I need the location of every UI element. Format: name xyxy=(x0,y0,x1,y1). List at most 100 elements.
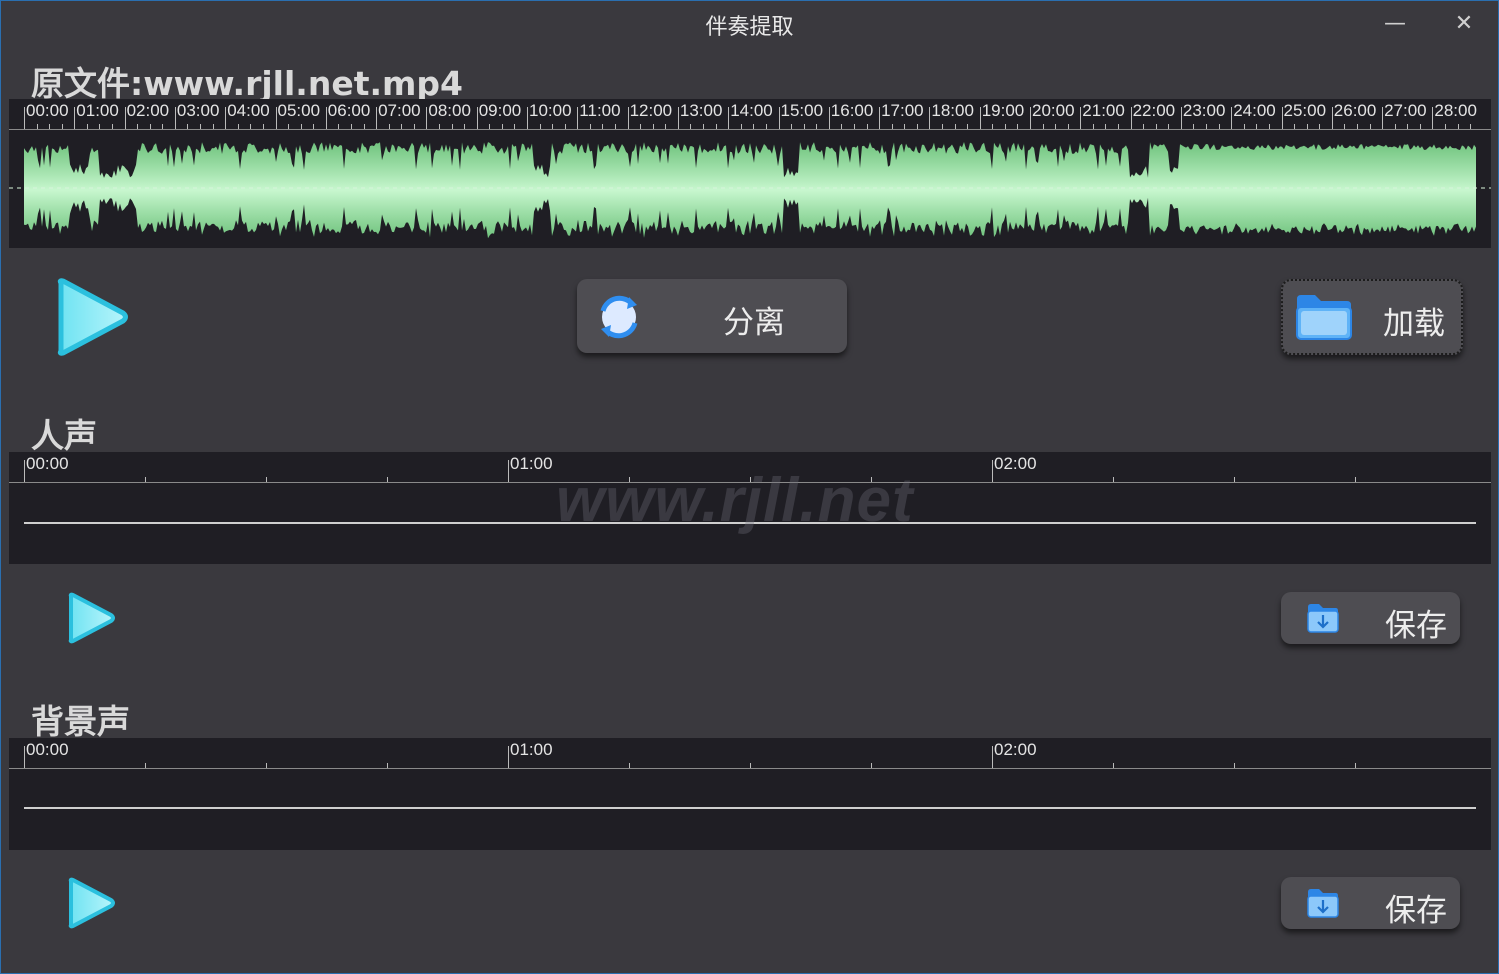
ruler-minor-tick xyxy=(615,124,616,129)
ruler-major-tick xyxy=(577,107,579,129)
load-button-label: 加载 xyxy=(1383,306,1445,342)
background-title: 背景声 xyxy=(31,702,130,741)
ruler-minor-tick xyxy=(1234,477,1235,482)
ruler-minor-tick xyxy=(1244,124,1245,129)
ruler-minor-tick xyxy=(602,124,603,129)
ruler-minor-tick xyxy=(439,124,440,129)
ruler-tick-label: 09:00 xyxy=(478,101,522,120)
ruler-tick-label: 16:00 xyxy=(830,101,874,120)
ruler-minor-tick xyxy=(145,763,146,768)
ruler-major-tick xyxy=(24,746,25,768)
ruler-tick-label: 19:00 xyxy=(981,101,1025,120)
ruler-minor-tick xyxy=(250,124,251,129)
ruler-minor-tick xyxy=(1319,124,1320,129)
ruler-minor-tick xyxy=(1395,124,1396,129)
ruler-minor-tick xyxy=(841,124,842,129)
ruler-minor-tick xyxy=(804,124,805,129)
ruler-minor-tick xyxy=(1357,124,1358,129)
ruler-major-tick xyxy=(677,107,679,129)
ruler-minor-tick xyxy=(1017,124,1018,129)
ruler-minor-tick xyxy=(389,124,390,129)
ruler-minor-tick xyxy=(904,124,905,129)
title-bar: 伴奏提取 — ✕ xyxy=(1,1,1498,47)
ruler-minor-tick xyxy=(112,124,113,129)
ruler-minor-tick xyxy=(753,124,754,129)
ruler-tick-label: 21:00 xyxy=(1082,101,1125,120)
ruler-minor-tick xyxy=(1355,477,1356,482)
ruler-minor-tick xyxy=(1219,124,1220,129)
ruler-minor-tick xyxy=(629,763,630,768)
ruler-tick-label: 25:00 xyxy=(1283,101,1327,120)
ruler-major-tick xyxy=(1432,107,1434,129)
source-play-button[interactable] xyxy=(53,277,131,361)
ruler-minor-tick xyxy=(640,124,641,129)
ruler-major-tick xyxy=(1382,107,1384,129)
ruler-minor-tick xyxy=(502,124,503,129)
ruler-tick-label: 24:00 xyxy=(1233,101,1276,120)
ruler-major-tick xyxy=(74,107,76,129)
background-play-button[interactable] xyxy=(65,877,117,933)
ruler-tick-label: 23:00 xyxy=(1182,101,1226,120)
play-triangle-icon xyxy=(57,278,128,356)
ruler-minor-tick xyxy=(540,124,541,129)
ruler-tick-label: 00:00 xyxy=(26,740,69,759)
ruler-tick-label: 11:00 xyxy=(579,101,621,120)
ruler-major-tick xyxy=(728,107,730,129)
background-waveform-line xyxy=(24,807,1476,809)
ruler-minor-tick xyxy=(552,124,553,129)
app-window: 伴奏提取 — ✕ 原文件:www.rjll.net.mp4 00:00 01:00… xyxy=(0,0,1499,974)
ruler-minor-tick xyxy=(967,124,968,129)
vocal-play-button[interactable] xyxy=(65,592,117,648)
ruler-minor-tick xyxy=(99,124,100,129)
minimize-button[interactable]: — xyxy=(1375,7,1415,41)
ruler-tick-label: 10:00 xyxy=(529,101,572,120)
load-button[interactable]: 加载 xyxy=(1281,279,1463,355)
ruler-major-tick xyxy=(225,107,227,129)
ruler-major-tick xyxy=(1030,107,1031,129)
ruler-minor-tick xyxy=(150,124,151,129)
ruler-minor-tick xyxy=(1143,124,1144,129)
ruler-major-tick xyxy=(1180,107,1182,129)
source-waveform-track[interactable]: 00:00 01:00 02:00 03:00 04:00 05:00 06:00 07:00… xyxy=(9,99,1491,248)
ruler-major-tick xyxy=(828,107,830,129)
ruler-tick-label: 06:00 xyxy=(327,101,371,120)
ruler-major-tick xyxy=(476,107,478,129)
ruler-minor-tick xyxy=(452,124,453,129)
separate-button[interactable]: 分离 xyxy=(577,279,847,353)
ruler-minor-tick xyxy=(816,124,817,129)
background-save-button[interactable]: 保存 xyxy=(1281,877,1460,929)
ruler-tick-label: 26:00 xyxy=(1333,101,1377,120)
ruler-minor-tick xyxy=(1269,124,1270,129)
ruler-minor-tick xyxy=(387,763,388,768)
ruler-minor-tick xyxy=(1458,124,1459,129)
ruler-minor-tick xyxy=(750,763,751,768)
background-waveform-track[interactable]: 00:00 01:00 02:00 xyxy=(9,738,1491,850)
ruler-minor-tick xyxy=(1105,124,1106,129)
vocal-save-button[interactable]: 保存 xyxy=(1281,592,1460,644)
ruler-minor-tick xyxy=(1156,124,1157,129)
ruler-major-tick xyxy=(879,107,881,129)
ruler-minor-tick xyxy=(716,124,717,129)
ruler-minor-tick xyxy=(266,477,267,482)
ruler-major-tick xyxy=(1231,107,1233,129)
ruler-minor-tick xyxy=(766,124,767,129)
ruler-major-tick xyxy=(426,107,428,129)
ruler-tick-label: 20:00 xyxy=(1032,101,1075,120)
ruler-minor-tick xyxy=(665,124,666,129)
ruler-minor-tick xyxy=(1043,124,1044,129)
ruler-minor-tick xyxy=(1420,124,1421,129)
ruler-minor-tick xyxy=(87,124,88,129)
ruler-major-tick xyxy=(325,107,327,129)
ruler-minor-tick xyxy=(1093,124,1094,129)
ruler-major-tick xyxy=(174,107,176,129)
ruler-minor-tick xyxy=(1113,763,1114,768)
ruler-major-tick xyxy=(929,107,931,129)
ruler-minor-tick xyxy=(653,124,654,129)
ruler-minor-tick xyxy=(1307,124,1308,129)
play-triangle-icon xyxy=(68,592,115,644)
close-button[interactable]: ✕ xyxy=(1444,7,1484,41)
ruler-major-tick xyxy=(508,460,509,482)
ruler-minor-tick xyxy=(1193,124,1194,129)
separate-button-label: 分离 xyxy=(723,305,785,341)
ruler-tick-label: 01:00 xyxy=(76,101,119,120)
